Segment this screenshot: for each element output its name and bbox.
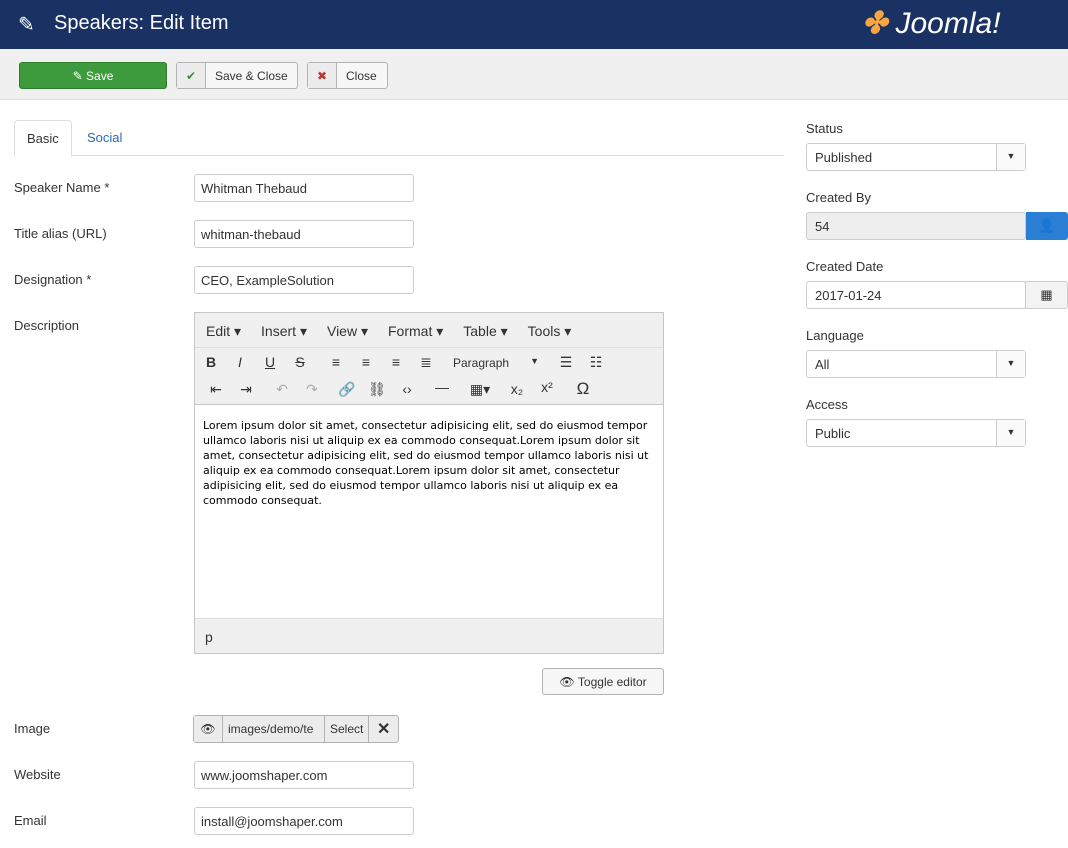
outdent-icon[interactable]: ⇤ — [206, 381, 226, 398]
speaker-name-input[interactable]: Whitman Thebaud — [194, 174, 414, 202]
image-field: 👁 images/demo/te Select ✕ — [193, 715, 399, 743]
edit-icon: ✎ — [18, 14, 35, 36]
header: ✎ Speakers: Edit Item ✤ Joomla! — [0, 0, 1068, 49]
alias-label: Title alias (URL) — [14, 226, 107, 241]
alias-input[interactable]: whitman-thebaud — [194, 220, 414, 248]
align-left-icon[interactable]: ≡ — [326, 354, 346, 370]
undo-icon[interactable]: ↶ — [272, 381, 292, 398]
created-date-label: Created Date — [806, 259, 884, 274]
user-icon: 👤 — [1038, 218, 1056, 233]
menu-edit[interactable]: Edit ▾ — [206, 323, 241, 339]
menu-insert[interactable]: Insert ▾ — [261, 323, 307, 339]
select-user-button[interactable]: 👤 — [1026, 212, 1068, 240]
access-label: Access — [806, 397, 848, 412]
speaker-name-label: Speaker Name * — [14, 180, 110, 195]
created-by-input: 54 — [806, 212, 1026, 240]
editor-content[interactable]: Lorem ipsum dolor sit amet, consectetur … — [203, 418, 653, 508]
link-icon[interactable]: 🔗 — [337, 381, 357, 398]
website-input[interactable]: www.joomshaper.com — [194, 761, 414, 789]
editor-statusbar: p — [195, 618, 663, 653]
tab-basic[interactable]: Basic — [14, 120, 72, 157]
numbered-list-icon[interactable]: ☷ — [586, 354, 606, 371]
bold-icon[interactable]: B — [201, 354, 221, 370]
tab-bar: Basic Social — [14, 120, 784, 157]
joomla-logo: ✤ Joomla! — [862, 7, 1001, 40]
editor-toolbar: B I U S ≡ ≡ ≡ ≣ Paragraph ▼ ☰ ☷ ⇤ ⇥ ↶ ↷ 🔗… — [195, 348, 663, 405]
language-select[interactable]: All ▼ — [806, 350, 1026, 378]
italic-icon[interactable]: I — [230, 354, 250, 370]
element-path[interactable]: p — [205, 629, 213, 645]
email-input[interactable]: install@joomshaper.com — [194, 807, 414, 835]
justify-icon[interactable]: ≣ — [416, 354, 436, 371]
designation-input[interactable]: CEO, ExampleSolution — [194, 266, 414, 294]
calendar-button[interactable]: ▦ — [1025, 281, 1068, 309]
edit-icon: ✎ — [72, 68, 87, 83]
image-select-button[interactable]: Select — [325, 716, 370, 742]
tab-social[interactable]: Social — [75, 120, 134, 156]
superscript-icon[interactable]: x² — [537, 379, 557, 395]
unlink-icon[interactable]: ⛓ — [367, 381, 387, 398]
image-label: Image — [14, 721, 51, 736]
status-select[interactable]: Published ▼ — [806, 143, 1026, 171]
table-icon[interactable]: ▦▾ — [465, 381, 495, 398]
subscript-icon[interactable]: x₂ — [507, 381, 527, 397]
description-label: Description — [14, 318, 80, 333]
email-label: Email — [14, 813, 47, 828]
preview-eye-icon[interactable]: 👁 — [194, 716, 223, 742]
eye-icon: 👁 — [559, 674, 578, 689]
caret-down-icon: ▼ — [996, 420, 1025, 446]
save-button[interactable]: ✎ Save — [19, 62, 167, 89]
strikethrough-icon[interactable]: S — [290, 354, 310, 370]
created-by-label: Created By — [806, 190, 872, 205]
special-character-icon[interactable]: Ω — [573, 379, 593, 399]
menu-tools[interactable]: Tools ▾ — [528, 323, 572, 339]
designation-label: Designation * — [14, 272, 92, 287]
save-close-button[interactable]: ✔ Save & Close — [176, 62, 298, 89]
align-center-icon[interactable]: ≡ — [356, 354, 376, 370]
website-label: Website — [14, 767, 61, 782]
underline-icon[interactable]: U — [260, 354, 280, 370]
horizontal-rule-icon[interactable]: — — [432, 379, 452, 395]
editor-menubar: Edit ▾ Insert ▾ View ▾ Format ▾ Table ▾ … — [195, 313, 663, 348]
status-label: Status — [806, 121, 843, 136]
image-path-input[interactable]: images/demo/te — [223, 716, 325, 742]
menu-table[interactable]: Table ▾ — [463, 323, 507, 339]
close-circle-icon: ✖ — [308, 63, 337, 88]
caret-down-icon: ▼ — [996, 144, 1025, 170]
toggle-editor-button[interactable]: 👁 Toggle editor — [542, 668, 664, 695]
align-right-icon[interactable]: ≡ — [386, 354, 406, 370]
redo-icon[interactable]: ↷ — [302, 381, 322, 398]
page-title: Speakers: Edit Item — [54, 12, 229, 34]
check-icon: ✔ — [177, 63, 206, 88]
clear-image-icon[interactable]: ✕ — [369, 719, 398, 739]
created-date-input[interactable]: 2017-01-24 — [806, 281, 1026, 309]
menu-view[interactable]: View ▾ — [327, 323, 368, 339]
access-select[interactable]: Public ▼ — [806, 419, 1026, 447]
close-button[interactable]: ✖ Close — [307, 62, 388, 89]
indent-icon[interactable]: ⇥ — [236, 381, 256, 398]
caret-down-icon: ▼ — [996, 351, 1025, 377]
rich-text-editor: Edit ▾ Insert ▾ View ▾ Format ▾ Table ▾ … — [194, 312, 664, 654]
bullet-list-icon[interactable]: ☰ — [556, 354, 576, 371]
calendar-icon: ▦ — [1040, 287, 1053, 302]
code-icon[interactable]: ‹› — [397, 381, 417, 397]
menu-format[interactable]: Format ▾ — [388, 323, 443, 339]
language-label: Language — [806, 328, 864, 343]
format-select[interactable]: Paragraph ▼ — [453, 356, 539, 370]
